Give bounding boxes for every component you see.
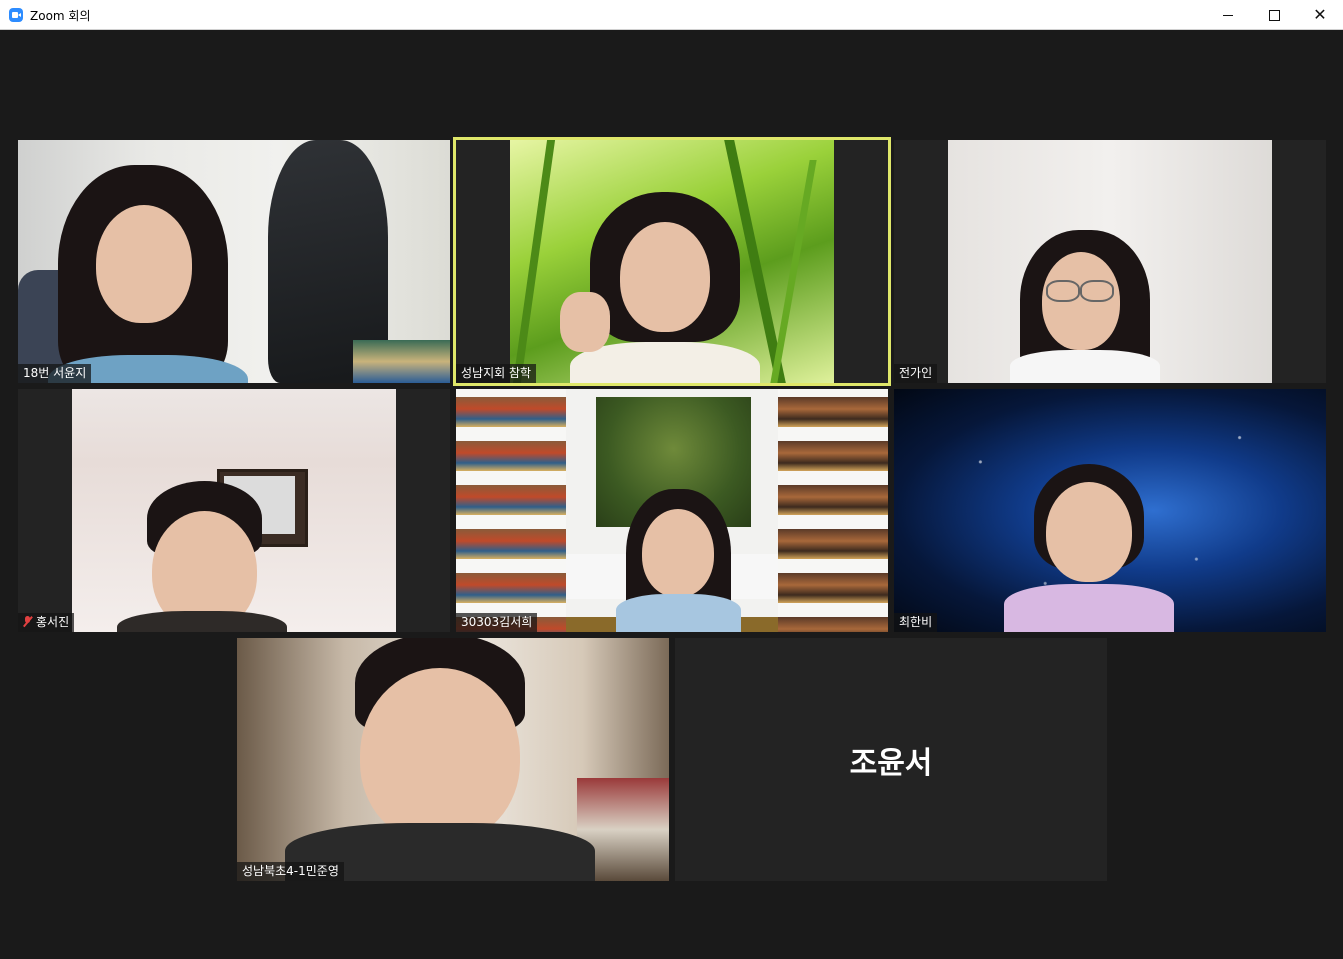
participant-tile[interactable]: 최한비 [894, 389, 1326, 632]
participant-video [72, 389, 396, 632]
participant-name-tag: 성남북초4-1민준영 [237, 862, 344, 881]
participant-name-tag: 30303김서희 [456, 613, 538, 632]
participant-tile[interactable]: 홍서진 [18, 389, 450, 632]
participant-name: 전가인 [899, 366, 933, 380]
participant-name-tag: 최한비 [894, 613, 938, 632]
minimize-icon [1223, 14, 1233, 16]
participant-name-tag: 18번 서윤지 [18, 364, 92, 383]
participant-tile-active-speaker[interactable]: 성남지회 참학 [453, 137, 891, 386]
participant-name-display: 조윤서 [849, 745, 933, 781]
zoom-camera-icon [9, 8, 23, 22]
participant-video [894, 389, 1326, 632]
minimize-button[interactable] [1205, 0, 1251, 30]
participant-video [948, 140, 1272, 383]
participant-tile[interactable]: 전가인 [894, 140, 1326, 383]
participant-name: 성남북초4-1민준영 [242, 864, 339, 878]
title-bar: Zoom 회의 ✕ [0, 0, 1343, 30]
participant-name: 성남지회 참학 [461, 366, 532, 380]
window-title: Zoom 회의 [30, 9, 91, 23]
participant-video [510, 140, 834, 383]
participant-name: 18번 서윤지 [23, 366, 87, 380]
maximize-button[interactable] [1251, 0, 1297, 30]
participant-name-tag: 성남지회 참학 [456, 364, 537, 383]
participant-tile[interactable]: 18번 서윤지 [18, 140, 450, 383]
participant-name: 30303김서희 [461, 615, 533, 629]
participant-name-tag: 홍서진 [18, 613, 75, 632]
participant-tile-video-off[interactable]: 조윤서 [675, 638, 1107, 881]
participant-video [237, 638, 669, 881]
microphone-muted-icon [23, 616, 32, 627]
participant-video [18, 140, 450, 383]
close-button[interactable]: ✕ [1297, 0, 1343, 30]
participant-name-tag: 전가인 [894, 364, 938, 383]
participant-video [456, 389, 888, 632]
participant-name: 홍서진 [36, 615, 70, 629]
maximize-icon [1268, 9, 1280, 21]
participant-tile[interactable]: 성남북초4-1민준영 [237, 638, 669, 881]
participant-name: 최한비 [899, 615, 933, 629]
participant-tile[interactable]: 30303김서희 [456, 389, 888, 632]
close-icon: ✕ [1313, 5, 1327, 24]
